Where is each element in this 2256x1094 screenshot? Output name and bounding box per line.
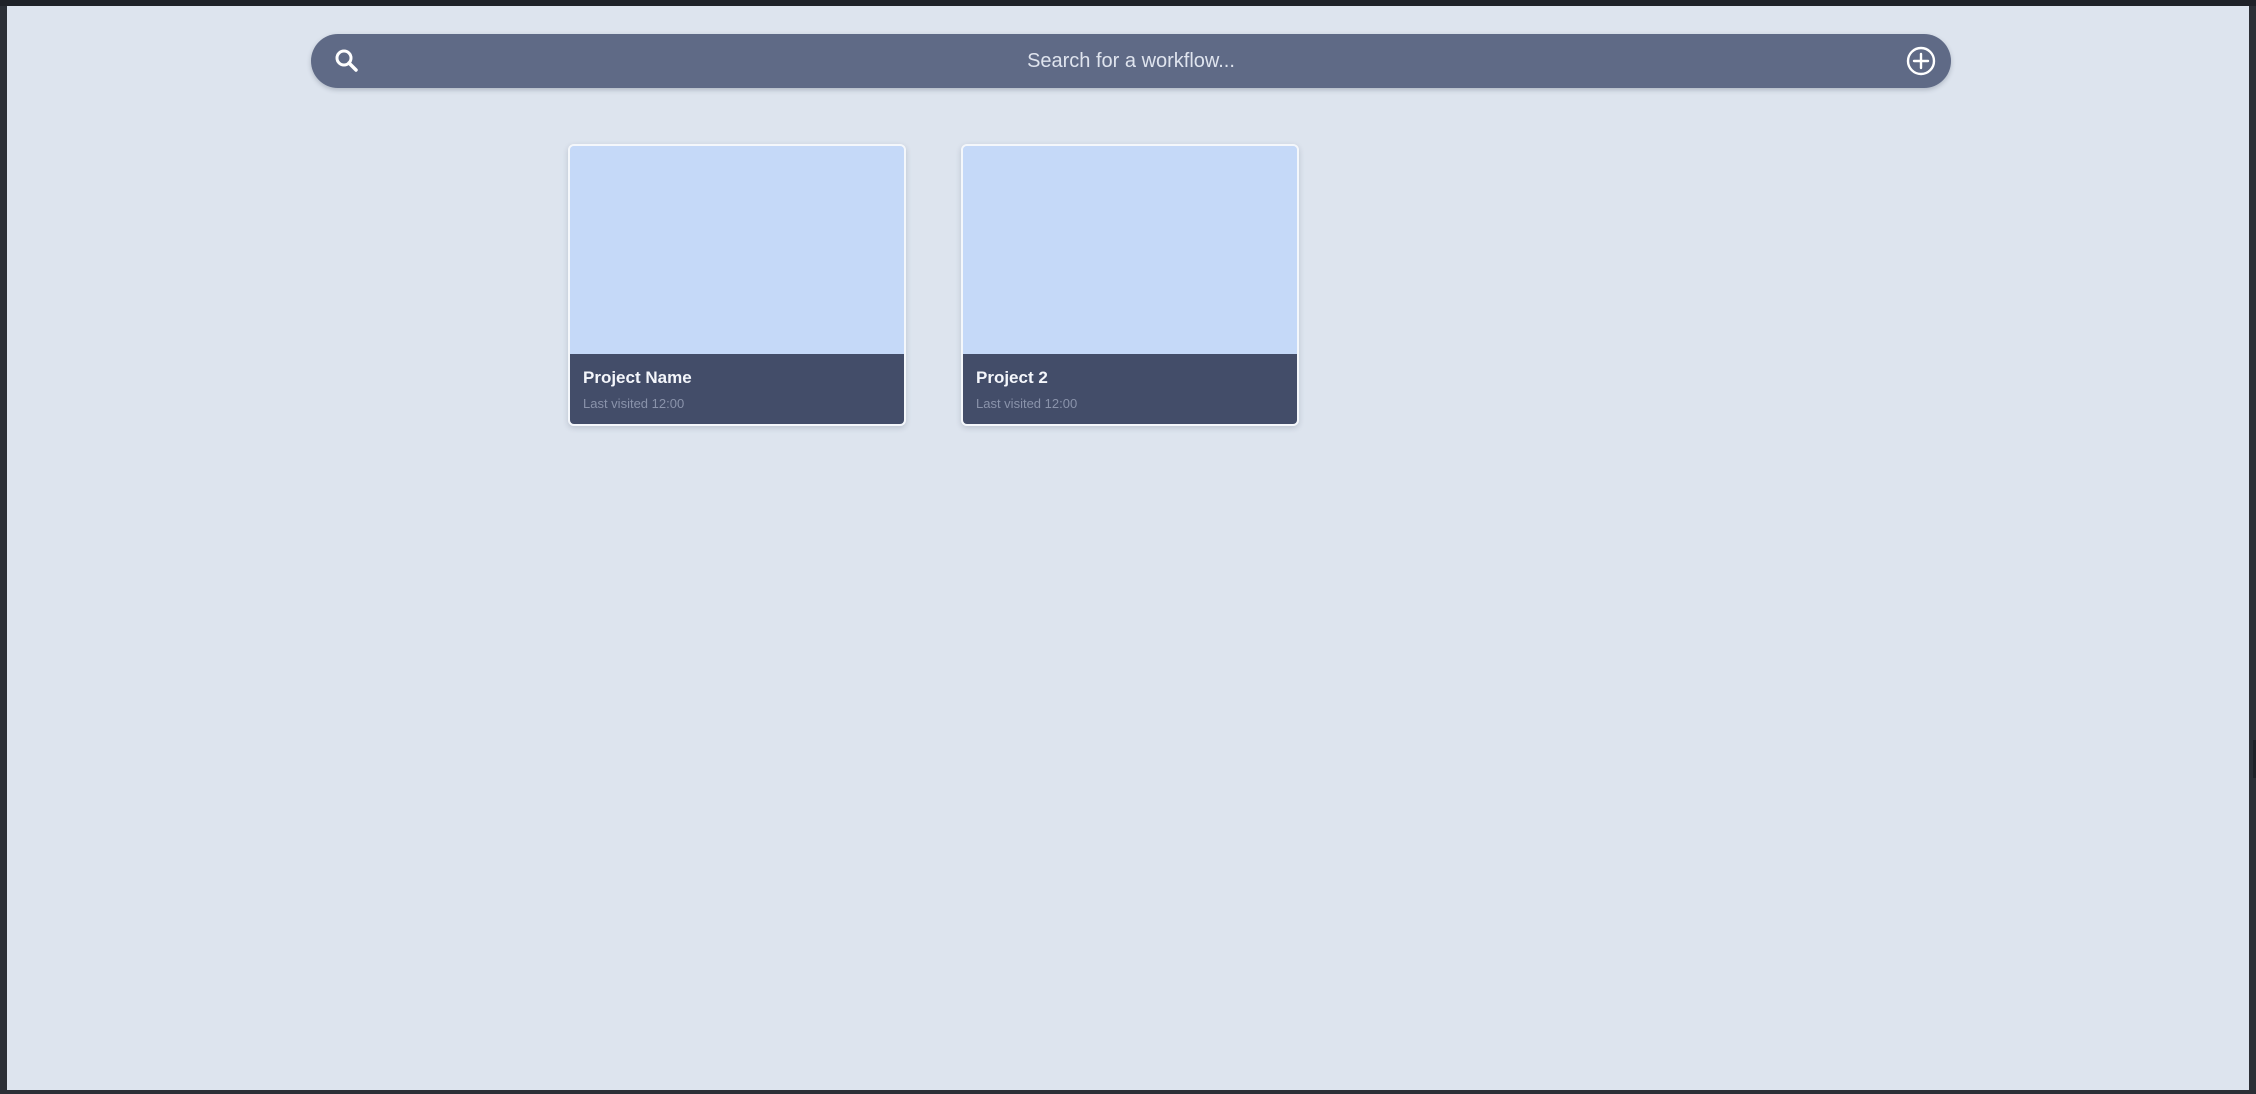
project-card[interactable]: Project 2 Last visited 12:00 <box>961 144 1299 426</box>
search-input[interactable] <box>391 34 1871 88</box>
project-name: Project 2 <box>976 368 1048 387</box>
project-card[interactable]: Project Name Last visited 12:00 <box>568 144 906 426</box>
add-workflow-button[interactable] <box>1905 45 1937 77</box>
project-last-visited: Last visited 12:00 <box>976 396 1078 411</box>
search-icon[interactable] <box>333 47 361 75</box>
project-thumbnail <box>570 146 904 354</box>
project-card-footer: Project Name Last visited 12:00 <box>570 354 904 424</box>
project-last-visited: Last visited 12:00 <box>583 396 685 411</box>
project-thumbnail <box>963 146 1297 354</box>
plus-circle-icon <box>1906 46 1936 76</box>
search-bar <box>311 34 1951 88</box>
project-name: Project Name <box>583 368 692 387</box>
workflow-dashboard: Project Name Last visited 12:00 Project … <box>7 6 2249 1090</box>
project-card-footer: Project 2 Last visited 12:00 <box>963 354 1297 424</box>
